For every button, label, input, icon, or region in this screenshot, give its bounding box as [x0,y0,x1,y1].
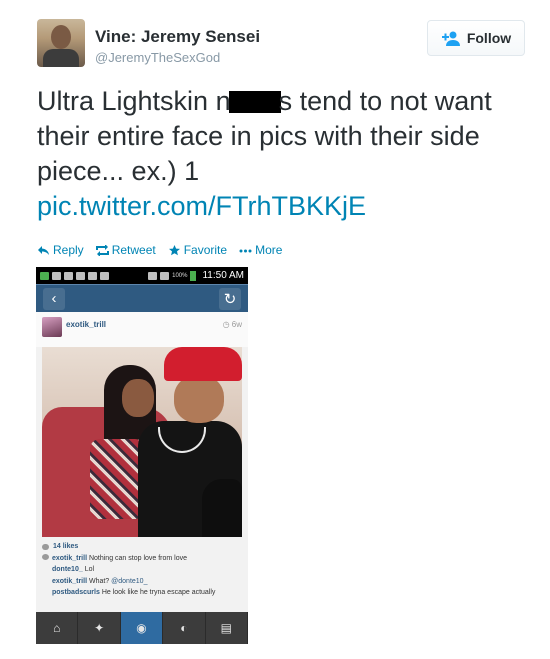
comment-bubble-icon [42,553,49,560]
comment-user: donte10_ [52,566,83,573]
comment-user: postbadscurls [52,589,100,596]
post-photo [42,347,242,537]
comment-text: Lol [84,566,95,573]
battery-icon [190,270,197,281]
profile-icon: ▤ [206,612,248,644]
notification-icon [88,271,97,280]
user-avatar[interactable] [37,19,85,67]
avatar-head [51,25,71,49]
notification-icon [40,271,49,280]
retweet-icon [95,244,109,256]
avatar-body [43,49,79,67]
comment-user: exotik_trill [52,577,88,585]
post-meta: 14 likes exotik_trill Nothing can stop l… [36,537,248,599]
notification-icon [76,271,85,280]
refresh-icon: ↻ [219,287,241,310]
add-user-icon [441,31,460,46]
comment: exotik_trill What? @donte10_ [52,576,242,588]
retweet-action[interactable]: Retweet [95,243,156,257]
red-cap [164,347,242,381]
wifi-icon [148,271,158,280]
tweet-actions: Reply Retweet Favorite More [37,243,282,257]
tweet-media-link[interactable]: pic.twitter.com/FTrhTBKKjE [37,191,366,221]
retweet-label: Retweet [111,243,156,257]
instagram-tab-bar: ⌂ ✦ ◉ ◐ ▤ [36,612,248,644]
likes-count: 14 likes [53,543,79,550]
mail-icon [64,271,73,280]
back-arrow-icon: ‹ [43,287,65,310]
comment-text: He look like he tryna escape actually [101,589,216,596]
follow-label: Follow [466,30,512,46]
tweet-text: Ultra Lightskin ns tend to not want thei… [37,84,527,224]
woman-plaid-shirt [90,439,145,519]
follow-button[interactable]: Follow [427,20,525,56]
camera-icon: ◉ [120,612,164,644]
comment: postbadscurls He look like he tryna esca… [52,587,242,599]
more-label: More [255,243,283,257]
favorite-label: Favorite [183,243,228,257]
star-icon [168,244,180,255]
censor-bar [228,91,281,113]
black-dog [202,479,242,537]
comment-user: exotik_trill [52,554,88,562]
man-face [174,375,224,423]
comment-mention: @donte10_ [111,577,148,585]
comment: donte10_ Lol [52,564,242,576]
poster-username: exotik_trill [66,320,107,329]
battery-percent: 100% [172,272,188,279]
poster-avatar [42,317,62,337]
user-name[interactable]: Vine: Jeremy Sensei [95,27,260,47]
tweet-text-before: Ultra Lightskin n [37,86,231,116]
woman-face [122,379,154,417]
reply-icon [38,245,49,255]
reply-action[interactable]: Reply [37,243,84,257]
post-age-text: 6w [231,320,242,329]
explore-icon: ✦ [78,612,121,644]
reply-label: Reply [53,243,84,257]
activity-icon: ◐ [163,612,206,644]
comment: exotik_trill Nothing can stop love from … [42,553,242,565]
status-time: 11:50 AM [202,270,244,281]
notification-icon [52,271,61,280]
favorite-action[interactable]: Favorite [168,243,227,257]
post-age: ◷ 6w [222,320,242,329]
more-action[interactable]: More [239,243,282,257]
comment-text: Nothing can stop love from love [88,554,188,562]
tweet-photo[interactable]: 100% 11:50 AM ‹ ↻ exotik_trill ◷ 6w 14 l… [36,267,248,644]
home-icon: ⌂ [36,612,79,644]
more-dots-icon [239,249,252,252]
instagram-nav-bar: ‹ ↻ [36,284,248,312]
post-header: exotik_trill ◷ 6w [36,312,248,347]
likes-row: 14 likes [42,541,242,553]
signal-icon [160,271,170,280]
user-handle[interactable]: @JeremyTheSexGod [95,50,220,65]
notification-icon [100,271,109,280]
comment-text: What? [88,577,110,585]
heart-icon [42,543,49,550]
phone-status-bar: 100% 11:50 AM [36,267,248,284]
